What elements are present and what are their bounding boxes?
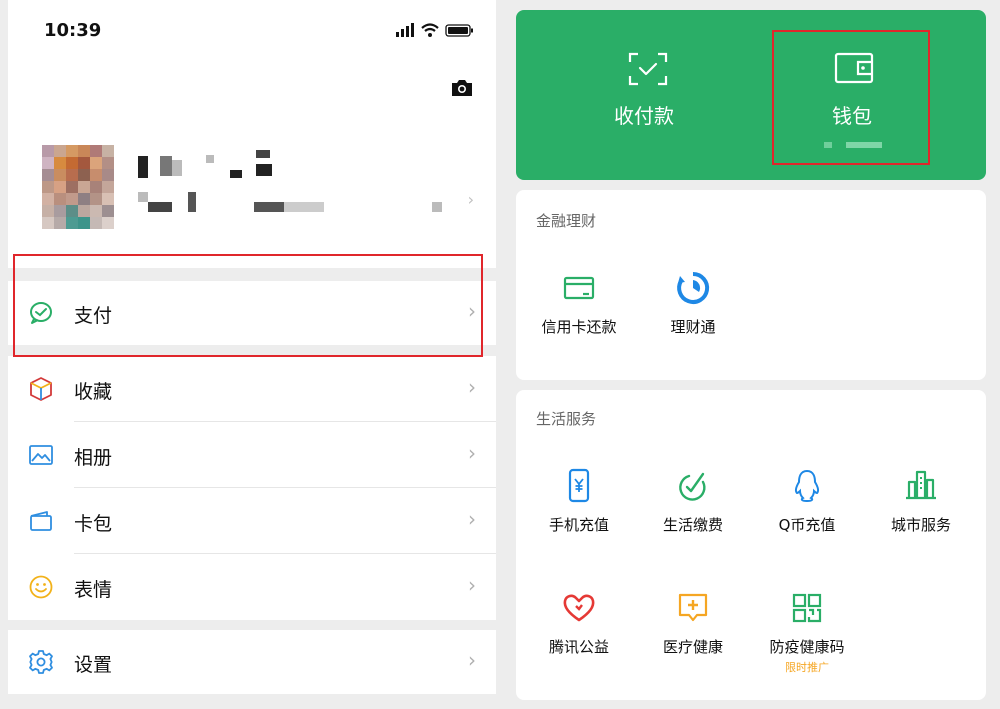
menu-item-favorites[interactable]: 收藏 › [8, 356, 496, 422]
charity-heart-icon [561, 590, 597, 626]
finance-section: 金融理财 信用卡还款 理财通 [516, 190, 986, 380]
chevron-right-icon: › [468, 375, 476, 399]
service-mobile-topup[interactable]: 手机充值 [524, 468, 634, 535]
service-health-code[interactable]: 防疫健康码 限时推广 [752, 590, 862, 675]
service-label: 生活缴费 [662, 516, 723, 534]
profile-chevron-icon: › [467, 190, 474, 209]
service-label: 手机充值 [548, 516, 609, 534]
pay-services-page: 收付款 钱包 金融理财 信用卡还款 理财通 生活服务 手机充值 生活缴费 Q币充… [506, 0, 1000, 709]
service-qcoin-topup[interactable]: Q币充值 [752, 468, 862, 535]
menu-label-settings: 设置 [74, 654, 113, 676]
finance-section-title: 金融理财 [536, 212, 597, 230]
service-label: 城市服务 [890, 516, 951, 534]
highlight-box-pay [13, 254, 483, 357]
smiley-icon [28, 574, 54, 600]
menu-label-favorites: 收藏 [74, 381, 113, 403]
service-label: 腾讯公益 [548, 638, 609, 656]
card-wallet-icon [28, 508, 54, 534]
chevron-right-icon: › [468, 648, 476, 672]
service-label: Q币充值 [778, 516, 836, 534]
service-label: 医疗健康 [662, 638, 723, 656]
city-buildings-icon [903, 468, 939, 504]
avatar[interactable] [42, 145, 114, 229]
promo-tag: 限时推广 [785, 661, 829, 674]
battery-icon [445, 24, 473, 37]
utilities-icon [675, 468, 711, 504]
service-medical[interactable]: 医疗健康 [638, 590, 748, 657]
menu-item-settings[interactable]: 设置 › [8, 630, 496, 694]
menu-label-cards: 卡包 [74, 513, 113, 535]
credit-card-icon [561, 270, 597, 306]
profile-header[interactable]: › [8, 60, 496, 268]
highlight-box-wallet [772, 30, 930, 165]
cube-icon [28, 376, 54, 402]
chevron-right-icon: › [468, 573, 476, 597]
camera-icon[interactable] [450, 78, 474, 102]
phone-yuan-icon [561, 468, 597, 504]
menu-item-stickers[interactable]: 表情 › [8, 554, 496, 620]
scan-check-icon [628, 52, 668, 90]
status-bar: 10:39 [8, 0, 496, 60]
service-city[interactable]: 城市服务 [866, 468, 976, 535]
gear-icon [28, 649, 54, 675]
service-label: 理财通 [670, 318, 716, 336]
menu-label-stickers: 表情 [74, 579, 113, 601]
service-utilities[interactable]: 生活缴费 [638, 468, 748, 535]
medical-cross-icon [675, 590, 711, 626]
qq-penguin-icon [789, 468, 825, 504]
licaitong-icon [675, 270, 711, 306]
album-icon [28, 442, 54, 468]
service-label: 信用卡还款 [541, 318, 617, 336]
life-section-title: 生活服务 [536, 410, 597, 428]
menu-item-cards[interactable]: 卡包 › [8, 488, 496, 554]
me-page: 10:39 › 支付 › 收藏 › 相册 › 卡包 › 表情 › 设置 › [8, 0, 496, 709]
service-licaitong[interactable]: 理财通 [638, 270, 748, 337]
chevron-right-icon: › [468, 441, 476, 465]
service-label: 防疫健康码 [769, 638, 845, 656]
status-time: 10:39 [44, 20, 102, 41]
wifi-icon [421, 23, 439, 37]
receive-pay-label: 收付款 [614, 104, 674, 128]
chevron-right-icon: › [468, 507, 476, 531]
signal-icon [396, 23, 414, 37]
service-tencent-charity[interactable]: 腾讯公益 [524, 590, 634, 657]
menu-item-album[interactable]: 相册 › [8, 422, 496, 488]
life-services-section: 生活服务 手机充值 生活缴费 Q币充值 城市服务 腾讯公益 医疗健康 防疫健康码… [516, 390, 986, 700]
qr-code-icon [789, 590, 825, 626]
status-icons [396, 22, 476, 42]
menu-label-album: 相册 [74, 447, 113, 469]
service-credit-card-repay[interactable]: 信用卡还款 [524, 270, 634, 337]
